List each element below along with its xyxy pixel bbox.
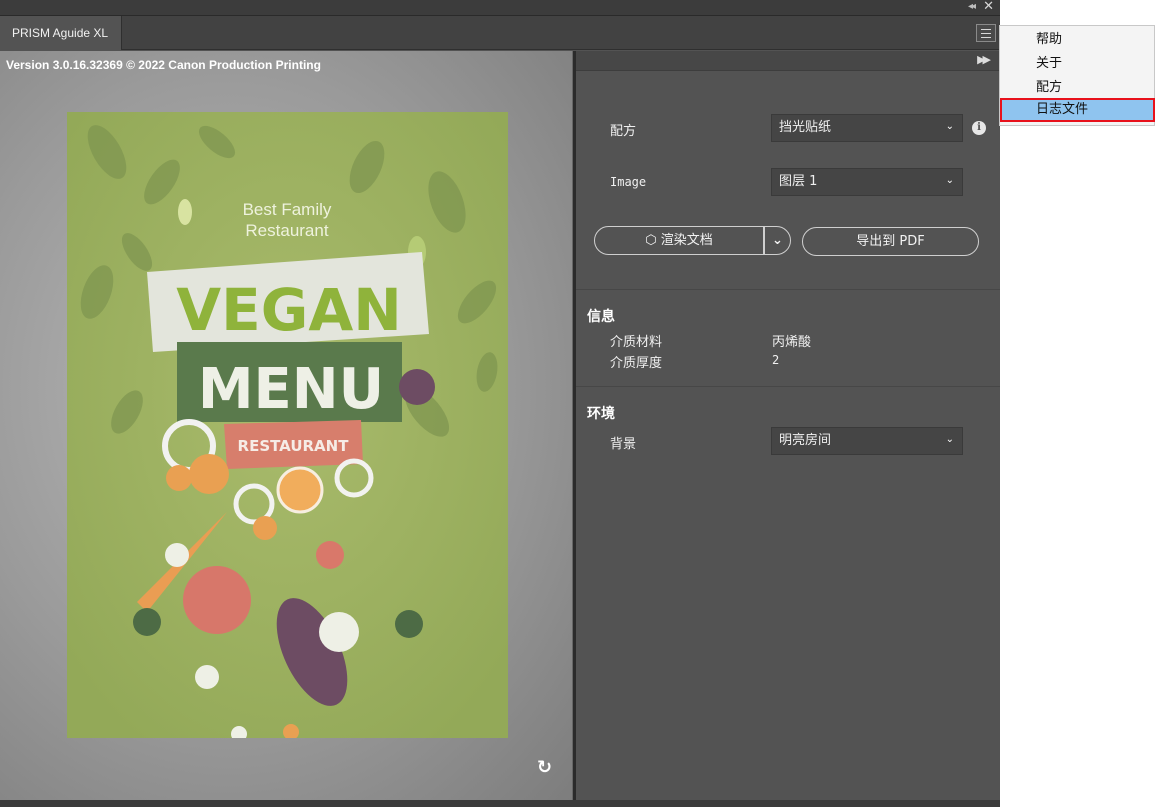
- leaf-highlight: [178, 199, 192, 225]
- poster-title-vegan: VEGAN: [176, 276, 402, 344]
- background-select[interactable]: 明亮房间 ⌄: [771, 427, 963, 455]
- image-select-value: 图层 1: [779, 174, 818, 189]
- chevron-down-icon: ⌄: [945, 175, 954, 186]
- menu-item-recipe[interactable]: 配方: [1000, 76, 1154, 100]
- expand-icon[interactable]: ▶▶: [977, 53, 991, 66]
- cube-icon: ⬡: [645, 233, 657, 248]
- version-text: Version 3.0.16.32369 © 2022 Canon Produc…: [6, 58, 321, 72]
- recipe-select[interactable]: 挡光贴纸 ⌄: [771, 114, 963, 142]
- poster-title-menu: MENU: [198, 357, 384, 422]
- status-bar: [0, 800, 1000, 807]
- rotate-icon[interactable]: ↻: [537, 757, 552, 778]
- collapse-icon[interactable]: ◂◂: [968, 1, 976, 12]
- thickness-label: 介质厚度: [610, 356, 663, 371]
- recipe-label: 配方: [610, 124, 637, 139]
- settings-header: ▶▶: [576, 51, 1000, 71]
- thickness-value: 2: [772, 353, 780, 367]
- info-section-title: 信息: [587, 309, 615, 325]
- tab-prism-aguide[interactable]: PRISM Aguide XL: [0, 16, 122, 50]
- material-label: 介质材料: [610, 335, 663, 350]
- poster-tag: RESTAURANT: [238, 437, 350, 455]
- preview-area: Version 3.0.16.32369 © 2022 Canon Produc…: [0, 51, 572, 800]
- info-icon[interactable]: i: [972, 121, 986, 135]
- environment-section-title: 环境: [587, 406, 615, 422]
- render-document-button[interactable]: ⬡ 渲染文档: [594, 226, 764, 255]
- panel-menu-button[interactable]: [976, 24, 996, 42]
- chevron-down-icon: ⌄: [945, 121, 954, 132]
- chevron-down-icon: ⌄: [945, 434, 954, 445]
- poster-image: Best Family Restaurant VEGAN MENU RESTAU…: [67, 112, 508, 738]
- menu-item-about[interactable]: 关于: [1000, 52, 1154, 76]
- title-bar: ◂◂ ✕: [0, 0, 1000, 16]
- background-label: 背景: [610, 437, 637, 452]
- divider: [576, 386, 1000, 387]
- hamburger-icon: [981, 29, 991, 30]
- tab-bar: PRISM Aguide XL: [0, 16, 1000, 50]
- image-select[interactable]: 图层 1 ⌄: [771, 168, 963, 196]
- plugin-panel: ◂◂ ✕ PRISM Aguide XL Version 3.0.16.3236…: [0, 0, 1000, 807]
- image-label: Image: [610, 175, 647, 189]
- recipe-select-value: 挡光贴纸: [779, 120, 832, 135]
- context-menu: 帮助 关于 配方 日志文件: [999, 25, 1155, 126]
- poster-artwork: Best Family Restaurant VEGAN MENU RESTAU…: [67, 112, 508, 738]
- chevron-down-icon: ⌄: [772, 233, 783, 248]
- background-select-value: 明亮房间: [779, 433, 832, 448]
- poster-line2: Restaurant: [245, 221, 328, 240]
- export-pdf-button[interactable]: 导出到 PDF: [802, 227, 979, 256]
- render-options-dropdown[interactable]: ⌄: [764, 226, 791, 255]
- close-icon[interactable]: ✕: [983, 0, 994, 14]
- poster-line1: Best Family: [243, 200, 332, 219]
- divider: [576, 289, 1000, 290]
- settings-panel: ▶▶ 配方 挡光贴纸 ⌄ i Image 图层 1 ⌄ ⬡ 渲染文档 ⌄ 导出到…: [576, 51, 1000, 800]
- menu-item-log-file[interactable]: 日志文件: [1000, 98, 1155, 122]
- menu-item-help[interactable]: 帮助: [1000, 28, 1154, 52]
- material-value: 丙烯酸: [772, 335, 812, 350]
